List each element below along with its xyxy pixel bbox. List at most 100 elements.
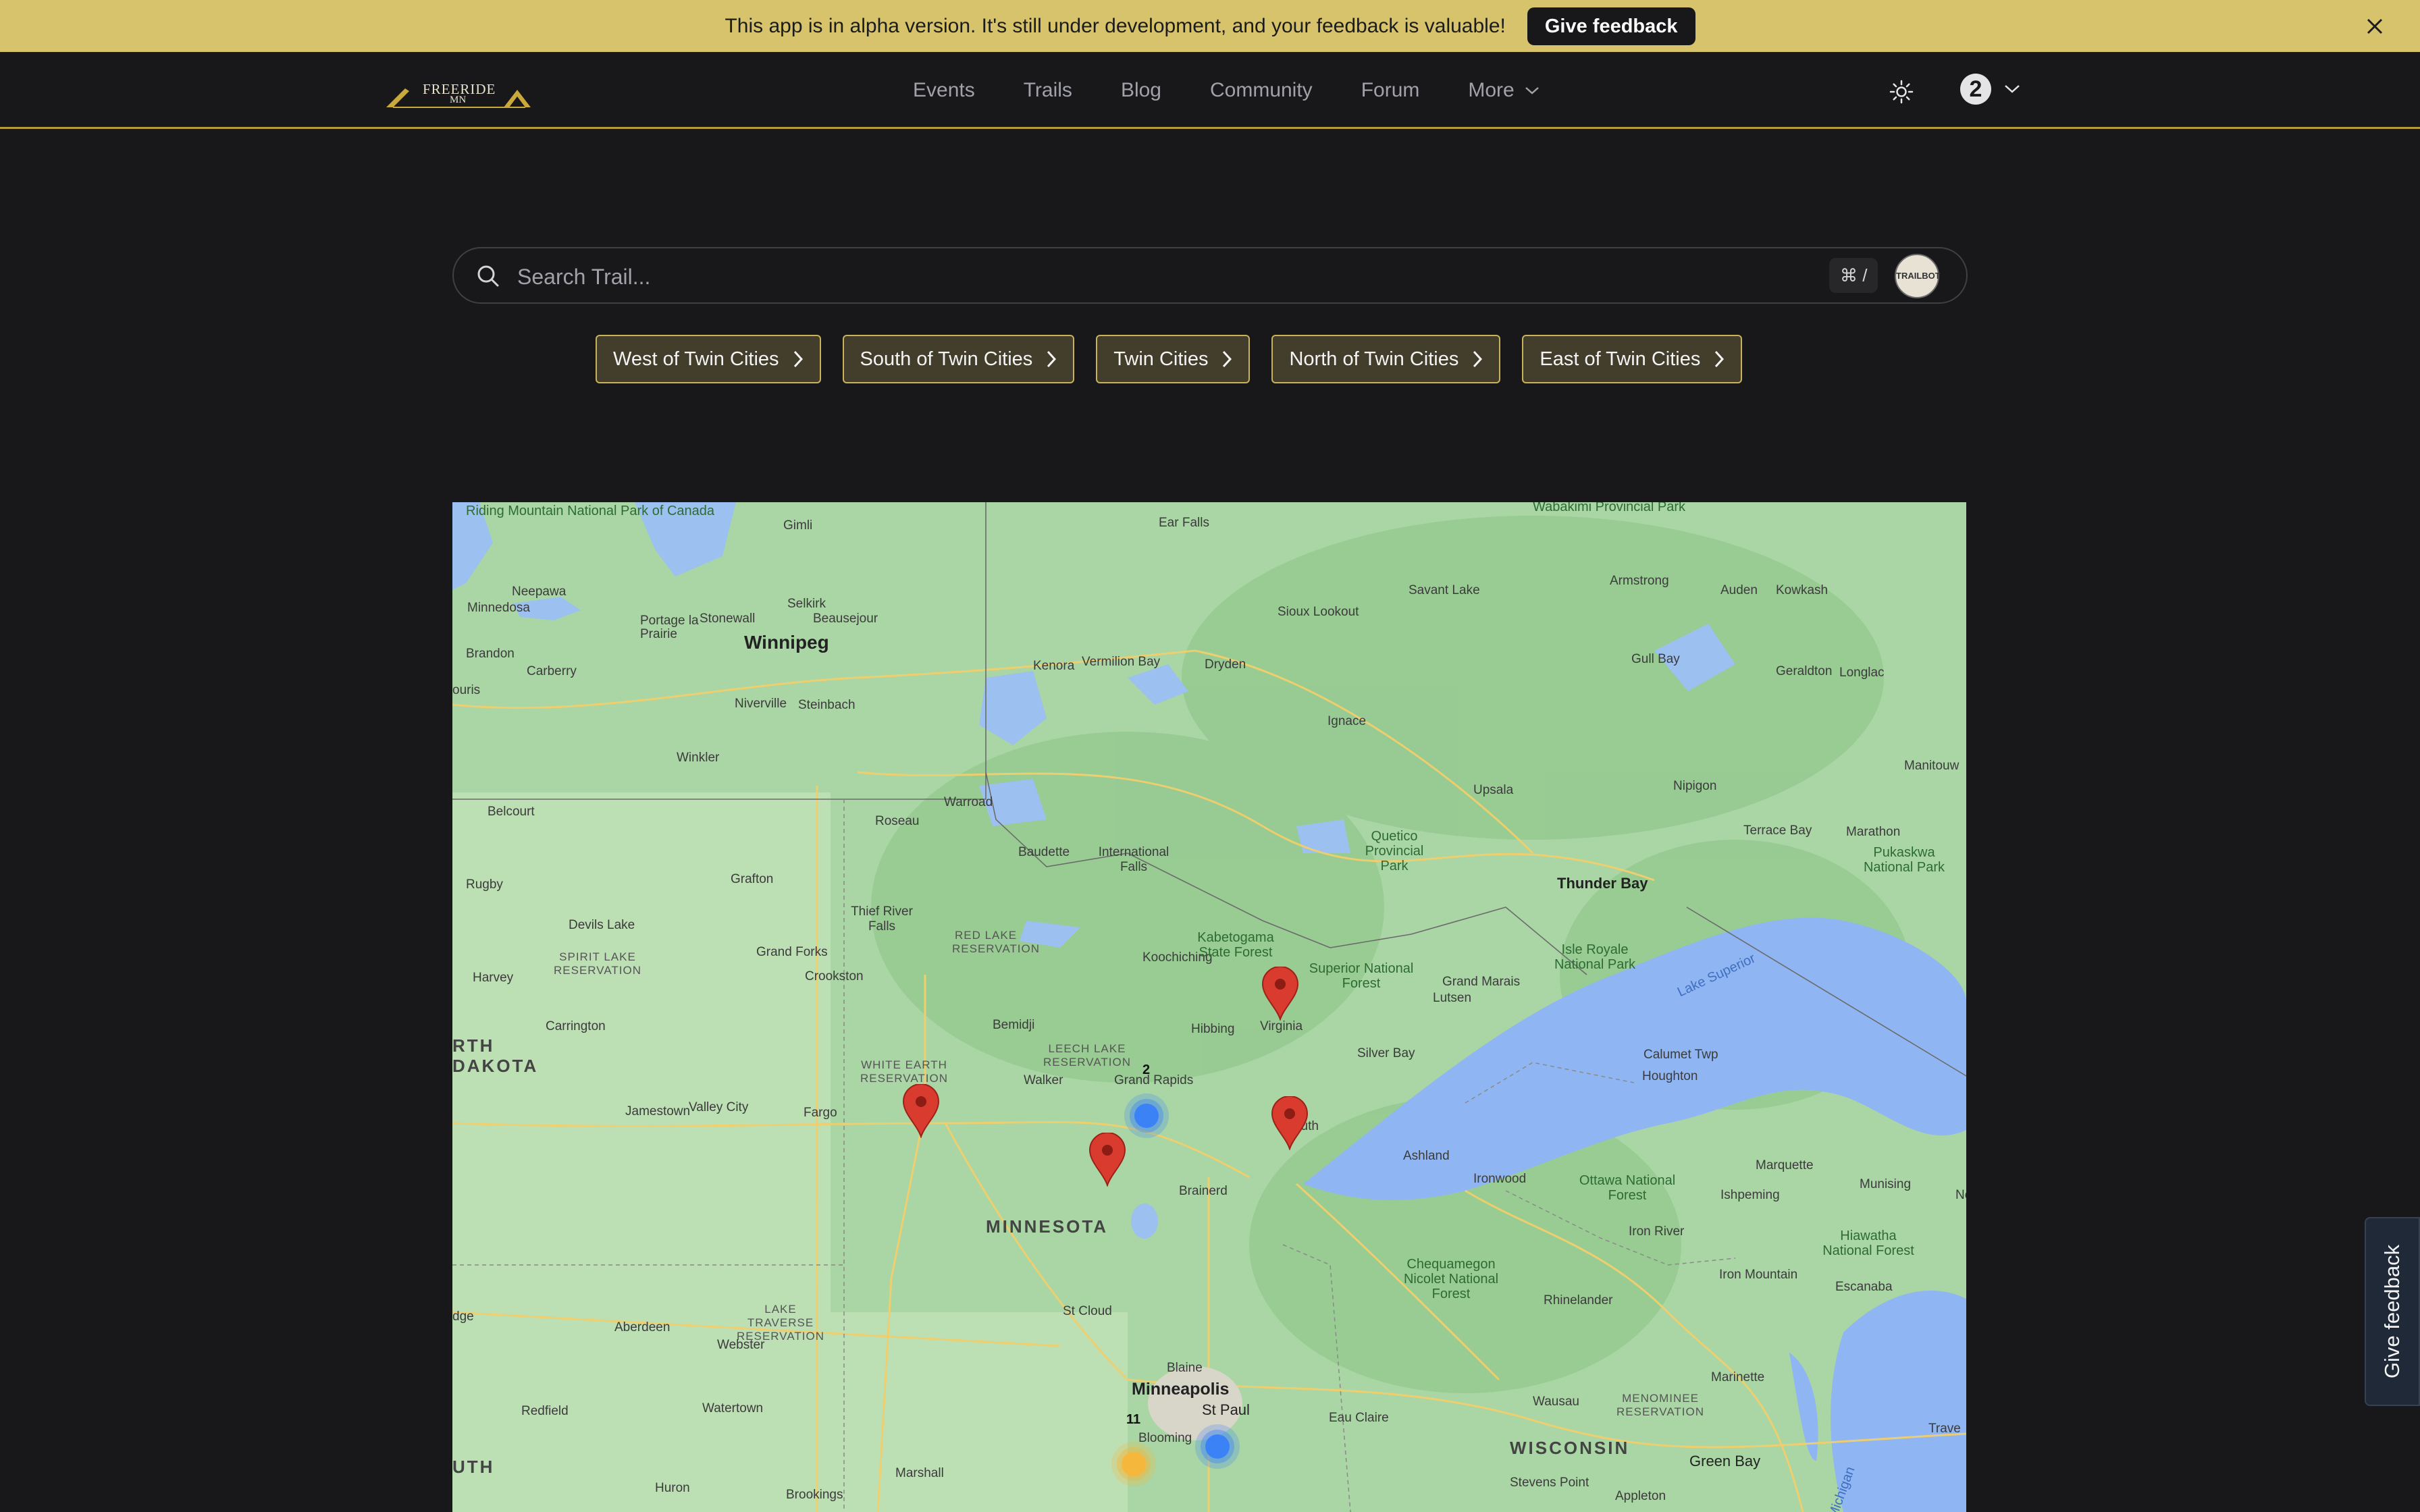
map-label: Marinette xyxy=(1711,1370,1765,1384)
map-label: Ashland xyxy=(1403,1149,1450,1163)
map-label: Armstrong xyxy=(1610,574,1669,588)
region-south-button[interactable]: South of Twin Cities xyxy=(842,335,1075,383)
map-label: Selkirk xyxy=(787,597,826,611)
close-icon[interactable] xyxy=(2363,15,2386,38)
chevron-right-icon xyxy=(1223,350,1232,368)
map-label: Bemidji xyxy=(993,1018,1035,1032)
map-label: RED LAKE RESERVATION xyxy=(952,929,1041,955)
map-basemap xyxy=(452,502,1966,1512)
map-label: Brainerd xyxy=(1179,1184,1228,1198)
cluster-count: 2 xyxy=(1142,1062,1151,1077)
map-label: Huron xyxy=(655,1481,690,1495)
map-label: Winnipeg xyxy=(744,632,829,653)
nav-trails[interactable]: Trails xyxy=(1024,79,1072,102)
map-label: RTH DAKOTA xyxy=(452,1035,539,1076)
map-label: Thunder Bay xyxy=(1557,875,1648,892)
map-label: UTH xyxy=(452,1457,495,1477)
give-feedback-button[interactable]: Give feedback xyxy=(1527,7,1695,45)
map-label: Marathon xyxy=(1846,825,1901,839)
chevron-right-icon xyxy=(1473,350,1483,368)
freeride-logo[interactable]: FREERIDE MN xyxy=(385,80,533,110)
map-label: Houghton xyxy=(1642,1069,1698,1083)
chevron-right-icon xyxy=(1715,350,1725,368)
map-label: Beausejour xyxy=(813,612,878,626)
map-label: Kowkash xyxy=(1776,583,1829,597)
user-menu[interactable]: 2 xyxy=(1960,74,2022,105)
map-label: WHITE EARTH RESERVATION xyxy=(860,1058,949,1085)
trail-marker-pin[interactable] xyxy=(1271,1096,1309,1150)
map-label: Crookston xyxy=(805,969,864,983)
map-label: Minneapolis xyxy=(1132,1380,1230,1399)
map-label: Geraldton xyxy=(1776,664,1833,678)
map-label: Harvey xyxy=(473,971,514,985)
map-label: Ottawa National Forest xyxy=(1579,1173,1676,1203)
trail-map[interactable]: Riding Mountain National Park of Canada … xyxy=(452,502,1966,1512)
alpha-banner-text: This app is in alpha version. It's still… xyxy=(725,14,1506,37)
map-label: Terrace Bay xyxy=(1743,824,1812,838)
map-label: Riding Mountain National Park of Canada xyxy=(466,504,714,518)
search-input[interactable] xyxy=(516,258,1801,296)
map-label: Trave xyxy=(1928,1422,1961,1436)
map-label: Kabetogama State Forest xyxy=(1197,930,1274,960)
map-label: Vermilion Bay xyxy=(1082,655,1161,669)
map-label: LAKE TRAVERSE RESERVATION xyxy=(736,1303,825,1343)
map-label: Gull Bay xyxy=(1631,652,1680,666)
map-label: Munising xyxy=(1860,1177,1912,1191)
nav-events[interactable]: Events xyxy=(913,79,975,102)
nav-more[interactable]: More xyxy=(1468,79,1540,102)
nav-more-label: More xyxy=(1468,79,1515,101)
nav-blog[interactable]: Blog xyxy=(1121,79,1161,102)
map-label: Virginia xyxy=(1260,1019,1303,1033)
nav-forum[interactable]: Forum xyxy=(1361,79,1420,102)
region-west-button[interactable]: West of Twin Cities xyxy=(596,335,821,383)
chevron-right-icon xyxy=(1047,350,1057,368)
map-label: Portage la Prairie xyxy=(640,614,699,641)
map-label: Winkler xyxy=(677,751,720,765)
map-label: Hiawatha National Forest xyxy=(1822,1228,1914,1258)
map-label: Marquette xyxy=(1756,1158,1814,1172)
map-label: Neepawa xyxy=(512,585,567,599)
region-north-button[interactable]: North of Twin Cities xyxy=(1271,335,1501,383)
map-label: Quetico Provincial Park xyxy=(1365,829,1424,873)
trail-cluster[interactable] xyxy=(1194,1423,1241,1470)
keyboard-shortcut: ⌘ / xyxy=(1829,258,1878,293)
map-label: Gimli xyxy=(783,518,813,533)
map-label: Aberdeen xyxy=(614,1320,670,1334)
map-label: Ne xyxy=(1955,1188,1966,1202)
trail-cluster[interactable] xyxy=(1110,1440,1157,1488)
search-icon xyxy=(477,265,499,287)
map-label: Valley City xyxy=(689,1100,749,1114)
map-label: International Falls xyxy=(1098,845,1169,874)
trailbot-avatar-button[interactable]: TRAILBOT xyxy=(1895,254,1941,298)
map-label: Ironwood xyxy=(1473,1172,1527,1186)
map-label: Appleton xyxy=(1615,1489,1666,1503)
map-label: ouris xyxy=(452,683,481,697)
trail-marker-pin[interactable] xyxy=(1261,967,1299,1021)
region-twin-cities-button[interactable]: Twin Cities xyxy=(1096,335,1251,383)
map-label: Warroad xyxy=(944,795,993,809)
map-label: Stevens Point xyxy=(1510,1476,1589,1490)
map-label: Superior National Forest xyxy=(1309,961,1414,991)
map-label: Walker xyxy=(1024,1073,1063,1087)
map-label: Iron River xyxy=(1629,1224,1685,1239)
region-filters: West of Twin Cities South of Twin Cities… xyxy=(596,335,1764,383)
nav-community[interactable]: Community xyxy=(1210,79,1313,102)
map-label: WISCONSIN xyxy=(1510,1438,1630,1458)
region-east-button[interactable]: East of Twin Cities xyxy=(1522,335,1743,383)
trail-marker-pin[interactable] xyxy=(902,1084,940,1138)
map-label: Marshall xyxy=(895,1466,944,1480)
map-label: Fargo xyxy=(804,1106,837,1120)
trail-marker-pin[interactable] xyxy=(1088,1133,1126,1187)
logo-subtext: MN xyxy=(450,94,467,105)
side-feedback-tab[interactable]: Give feedback xyxy=(2365,1217,2420,1406)
map-label: St Paul xyxy=(1202,1401,1250,1418)
map-label: dge xyxy=(452,1310,474,1324)
map-label: Escanaba xyxy=(1835,1280,1893,1294)
map-label: Steinbach xyxy=(798,698,856,712)
map-label: Lutsen xyxy=(1433,991,1472,1005)
trail-cluster[interactable] xyxy=(1123,1092,1170,1139)
map-label: Baudette xyxy=(1018,845,1070,859)
side-feedback-label: Give feedback xyxy=(2380,1244,2404,1379)
map-label: Auden xyxy=(1720,583,1758,597)
sun-icon[interactable] xyxy=(1889,79,1914,105)
